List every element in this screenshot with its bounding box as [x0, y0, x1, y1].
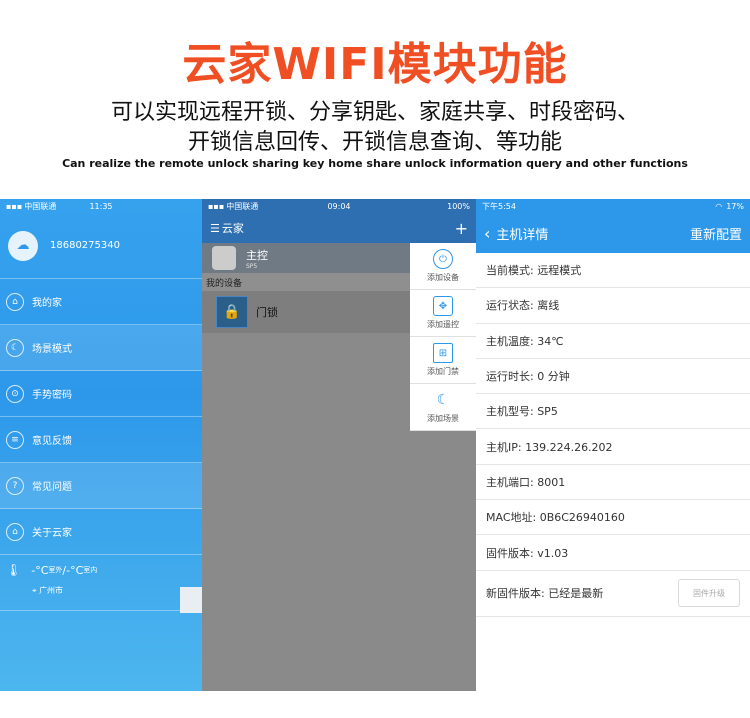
detail-row-mac: MAC地址: 0B6C26940160: [476, 500, 750, 536]
menu-label: 添加门禁: [427, 367, 459, 376]
battery-level: 17%: [726, 201, 744, 211]
menu-item-about[interactable]: ⌂ 关于云家: [0, 509, 202, 555]
status-bar: ▪▪▪ 中国联通 11:35: [0, 199, 202, 213]
detail-row-port: 主机端口: 8001: [476, 465, 750, 501]
about-icon: ⌂: [6, 522, 24, 541]
menu-add-remote[interactable]: ✥ 添加遥控: [410, 290, 476, 337]
feature-description-line1: 可以实现远程开锁、分享钥匙、家庭共享、时段密码、: [110, 100, 639, 125]
profile-header[interactable]: ☁ 18680275340: [0, 213, 202, 279]
feedback-icon: ≡: [6, 430, 24, 449]
menu-label: 添加遥控: [427, 320, 459, 329]
nav-title: 主机详情: [496, 227, 549, 243]
new-firmware-label: 新固件版本: 已经是最新: [486, 587, 604, 601]
outdoor-temp: -°C: [31, 563, 49, 577]
menu-item-faq[interactable]: ? 常见问题: [0, 463, 202, 509]
remote-icon: ✥: [433, 296, 453, 316]
detail-row-model: 主机型号: SP5: [476, 394, 750, 430]
menu-item-label: 意见反馈: [32, 436, 72, 447]
menu-item-label: 关于云家: [32, 528, 72, 539]
back-arrow-icon[interactable]: ‹: [484, 224, 490, 243]
menu-item-gesture-password[interactable]: ⊙ 手势密码: [0, 371, 202, 417]
device-list-screen: ▪▪▪ 中国联通 09:04 100% ☰ 云家 + 主控 SP5 我的设备 🔒…: [202, 199, 476, 691]
menu-item-label: 我的家: [32, 298, 62, 309]
page-title: 云家WIFI模块功能: [182, 39, 568, 90]
wifi-icon: ◠: [715, 201, 723, 211]
menu-label: 添加场景: [427, 414, 459, 423]
feature-description-line2: 开锁信息回传、开锁信息查询、等功能: [187, 130, 562, 155]
door-icon: ⊞: [433, 343, 453, 363]
top-nav: ☰ 云家 +: [202, 213, 476, 243]
status-bar: 下午5:54 ◠ 17%: [476, 199, 750, 213]
side-menu-screen: ▪▪▪ 中国联通 11:35 ☁ 18680275340 ⌂ 我的家 ☾ 场景模…: [0, 199, 202, 691]
controller-image: [212, 246, 236, 270]
device-name: 门锁: [256, 306, 278, 319]
english-description: Can realize the remote unlock sharing ke…: [62, 157, 688, 170]
city-name: 广州市: [39, 586, 64, 595]
menu-add-scene[interactable]: ☾ 添加场景: [410, 384, 476, 431]
location-icon: ⌖: [32, 586, 37, 595]
weather-panel: 🌡 -°C 室外 / -°C 室内 ⌖ 广州市: [0, 555, 202, 611]
outdoor-label: 室外: [48, 566, 63, 574]
scene-moon-icon: ☾: [436, 392, 450, 408]
menu-item-my-home[interactable]: ⌂ 我的家: [0, 279, 202, 325]
controller-name: 主控: [246, 248, 268, 262]
status-bar: ▪▪▪ 中国联通 09:04 100%: [202, 199, 476, 213]
cloud-home-icon: ☁: [8, 230, 38, 261]
menu-item-label: 场景模式: [32, 344, 72, 355]
detail-row-mode: 当前模式: 远程模式: [476, 253, 750, 289]
firmware-upgrade-button[interactable]: 固件升级: [678, 579, 740, 608]
reconfigure-button[interactable]: 重新配置: [690, 224, 742, 243]
add-dropdown-menu: ⏻ 添加设备 ✥ 添加遥控 ⊞ 添加门禁 ☾ 添加场景: [410, 243, 476, 431]
status-time: 下午5:54: [482, 201, 516, 211]
thermometer-icon: 🌡: [6, 563, 22, 577]
host-detail-screen: 下午5:54 ◠ 17% ‹ 主机详情 重新配置 当前模式: 远程模式 运行状态…: [476, 199, 750, 691]
menu-label: 添加设备: [427, 273, 459, 282]
nav-title: 云家: [221, 222, 244, 235]
status-time: 09:04: [327, 201, 351, 211]
lock-icon: ⊙: [6, 384, 24, 403]
status-time: 11:35: [89, 201, 113, 211]
detail-row-status: 运行状态: 离线: [476, 288, 750, 324]
power-icon: ⏻: [433, 249, 453, 269]
detail-row-firmware: 固件版本: v1.03: [476, 535, 750, 571]
menu-item-label: 手势密码: [32, 390, 72, 401]
detail-row-uptime: 运行时长: 0 分钟: [476, 359, 750, 395]
menu-icon[interactable]: ☰: [210, 222, 220, 235]
menu-add-device[interactable]: ⏻ 添加设备: [410, 243, 476, 290]
question-icon: ?: [6, 476, 24, 495]
add-icon[interactable]: +: [455, 219, 468, 238]
menu-item-label: 常见问题: [32, 482, 72, 493]
detail-row-ip: 主机IP: 139.224.26.202: [476, 429, 750, 465]
main-panel-peek[interactable]: [180, 587, 202, 613]
controller-model: SP5: [246, 262, 258, 270]
top-nav: ‹ 主机详情 重新配置: [476, 213, 750, 253]
indoor-label: 室内: [83, 566, 98, 574]
home-icon: ⌂: [6, 292, 24, 311]
detail-row-temperature: 主机温度: 34℃: [476, 324, 750, 359]
menu-item-feedback[interactable]: ≡ 意见反馈: [0, 417, 202, 463]
padlock-icon: 🔒: [216, 296, 248, 328]
detail-row-new-firmware: 新固件版本: 已经是最新 固件升级: [476, 571, 750, 617]
moon-icon: ☾: [6, 338, 24, 357]
menu-item-scene-mode[interactable]: ☾ 场景模式: [0, 325, 202, 371]
indoor-temp: -°C: [66, 563, 84, 577]
phone-number: 18680275340: [50, 240, 120, 251]
menu-add-access[interactable]: ⊞ 添加门禁: [410, 337, 476, 384]
